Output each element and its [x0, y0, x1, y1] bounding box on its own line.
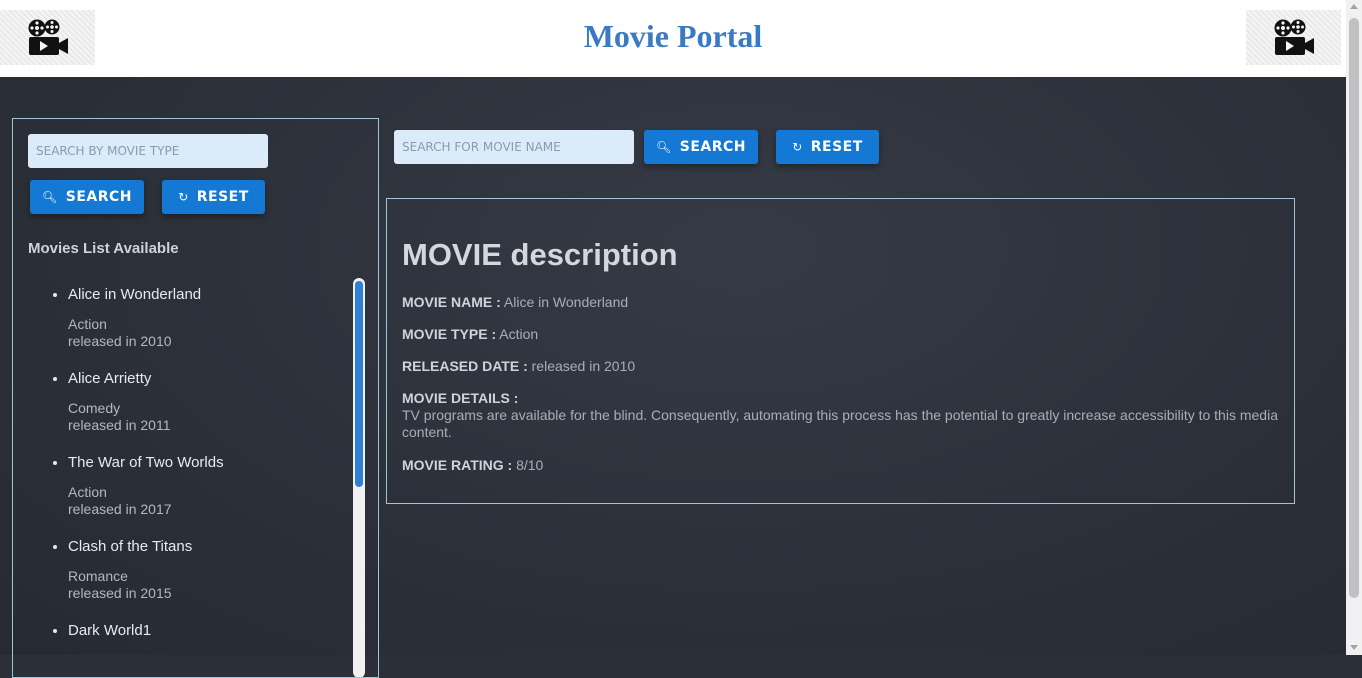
- movie-details-value: TV programs are available for the blind.…: [402, 407, 1278, 440]
- name-reset-button[interactable]: ↻ RESET: [776, 130, 879, 164]
- movie-rating-label: MOVIE RATING :: [402, 457, 513, 473]
- movie-name[interactable]: The War of Two Worlds: [68, 453, 348, 473]
- type-reset-label: RESET: [196, 189, 249, 205]
- movie-details-row: MOVIE DETAILS : TV programs are availabl…: [402, 390, 1282, 441]
- scroll-up-arrow-icon[interactable]: [1350, 4, 1358, 9]
- list-item[interactable]: The War of Two Worlds Action released in…: [68, 453, 348, 518]
- movie-type: Action: [68, 484, 107, 500]
- movie-details-label: MOVIE DETAILS :: [402, 390, 519, 406]
- movie-released: released in 2017: [68, 501, 172, 517]
- movie-name[interactable]: Dark World1: [68, 621, 348, 641]
- movie-type: Comedy: [68, 400, 121, 416]
- refresh-icon: ↻: [178, 190, 189, 204]
- header: Movie Portal: [0, 0, 1346, 77]
- movie-type-label: MOVIE TYPE :: [402, 326, 497, 342]
- type-reset-button[interactable]: ↻ RESET: [162, 180, 265, 214]
- movie-type-search-input[interactable]: SEARCH BY MOVIE TYPE: [28, 134, 268, 168]
- scroll-down-arrow-icon[interactable]: [1350, 645, 1358, 650]
- site-title: Movie Portal: [583, 18, 763, 54]
- list-scrollbar-thumb[interactable]: [355, 281, 363, 487]
- released-date-row: RELEASED DATE : released in 2010: [402, 358, 635, 375]
- released-date-label: RELEASED DATE :: [402, 358, 528, 374]
- movie-name-value: Alice in Wonderland: [503, 294, 629, 310]
- movie-type: Romance: [68, 568, 128, 584]
- movie-name[interactable]: Alice in Wonderland: [68, 285, 348, 305]
- movie-released: released in 2010: [68, 333, 172, 349]
- movie-name-row: MOVIE NAME : Alice in Wonderland: [402, 294, 628, 311]
- movie-type-panel: SEARCH BY MOVIE TYPE 🔍︎ SEARCH ↻ RESET M…: [12, 118, 379, 678]
- search-icon: 🔍︎: [656, 140, 672, 154]
- movie-list: Alice in Wonderland Action released in 2…: [48, 285, 348, 660]
- movie-released: released in 2011: [68, 417, 171, 433]
- movie-rating-value: 8/10: [516, 457, 544, 473]
- list-item[interactable]: Alice in Wonderland Action released in 2…: [68, 285, 348, 350]
- list-item[interactable]: Alice Arrietty Comedy released in 2011: [68, 369, 348, 434]
- movies-list-heading: Movies List Available: [28, 240, 179, 257]
- movie-released: released in 2015: [68, 585, 172, 601]
- movie-name-search-input[interactable]: SEARCH FOR MOVIE NAME: [394, 130, 634, 164]
- type-search-label: SEARCH: [65, 189, 132, 205]
- list-item[interactable]: Clash of the Titans Romance released in …: [68, 537, 348, 602]
- type-search-button[interactable]: 🔍︎ SEARCH: [30, 180, 144, 214]
- released-date-value: released in 2010: [531, 358, 636, 374]
- refresh-icon: ↻: [792, 140, 803, 154]
- movie-camera-icon: [1274, 19, 1314, 55]
- logo-right: [1246, 10, 1341, 65]
- name-reset-label: RESET: [810, 139, 863, 155]
- description-title: MOVIE description: [402, 237, 678, 272]
- movie-name[interactable]: Clash of the Titans: [68, 537, 348, 557]
- movie-type: Action: [68, 316, 107, 332]
- list-item[interactable]: Dark World1: [68, 621, 348, 641]
- movie-name[interactable]: Alice Arrietty: [68, 369, 348, 389]
- movie-description-panel: MOVIE description MOVIE NAME : Alice in …: [386, 198, 1295, 504]
- movie-type-row: MOVIE TYPE : Action: [402, 326, 538, 343]
- name-search-label: SEARCH: [679, 139, 746, 155]
- name-search-button[interactable]: 🔍︎ SEARCH: [644, 130, 758, 164]
- search-icon: 🔍︎: [42, 190, 58, 204]
- page-scrollbar-thumb[interactable]: [1349, 18, 1359, 598]
- movie-rating-row: MOVIE RATING : 8/10: [402, 457, 543, 474]
- movie-name-label: MOVIE NAME :: [402, 294, 501, 310]
- movie-type-value: Action: [499, 326, 539, 342]
